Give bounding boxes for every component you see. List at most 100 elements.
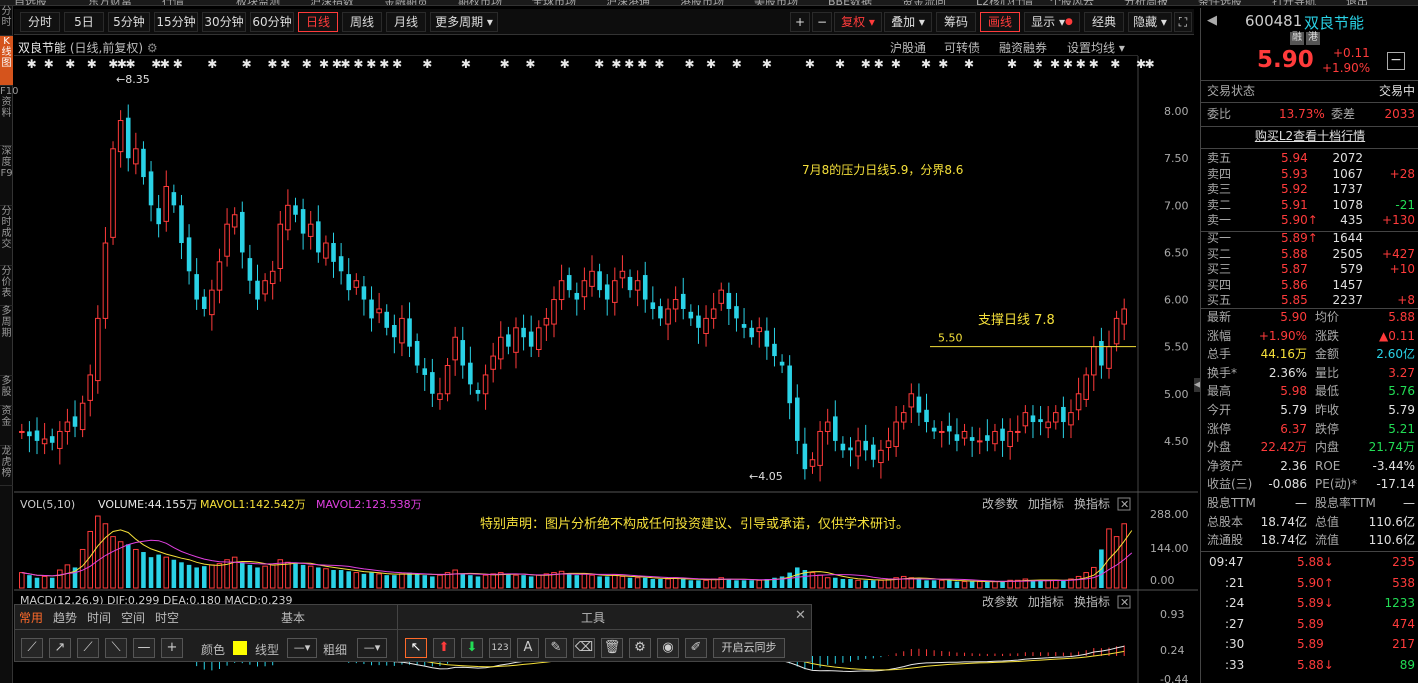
line-segment-icon[interactable]: ⟋	[21, 638, 43, 658]
event-star-icon[interactable]: ✱	[173, 57, 183, 71]
period-button[interactable]: 5日	[64, 12, 104, 32]
bid-level[interactable]: 买一 5.89↑ 1644	[1201, 230, 1418, 247]
settings-icon[interactable]: ⚙	[147, 41, 158, 55]
event-star-icon[interactable]: ✱	[27, 57, 37, 71]
macd-switch-indicator[interactable]: 换指标	[1074, 594, 1110, 609]
bid-level[interactable]: 买四 5.86 1457	[1201, 277, 1418, 294]
event-star-icon[interactable]: ✱	[1063, 57, 1073, 71]
event-star-icon[interactable]: ✱	[861, 57, 871, 71]
event-star-icon[interactable]: ✱	[891, 57, 901, 71]
period-button[interactable]: 月线	[386, 12, 426, 32]
down-arrow-icon[interactable]: ⬇	[461, 638, 483, 658]
event-star-icon[interactable]: ✱	[938, 57, 948, 71]
line-width-select[interactable]: —▾	[357, 638, 387, 658]
event-star-icon[interactable]: ✱	[242, 57, 252, 71]
ray-line-icon[interactable]: ↗	[49, 638, 71, 658]
ma-settings-dropdown[interactable]: 设置均线 ▾	[1067, 39, 1125, 56]
top-nav-item[interactable]: L2核心行情	[976, 0, 1033, 5]
event-star-icon[interactable]: ✱	[805, 57, 815, 71]
left-tab[interactable]: 分时成交	[0, 206, 13, 266]
period-button[interactable]: 30分钟	[202, 12, 246, 32]
number-tag-icon[interactable]: 123	[489, 638, 511, 658]
event-star-icon[interactable]: ✱	[44, 57, 54, 71]
event-star-icon[interactable]: ✱	[560, 57, 570, 71]
top-nav-item[interactable]: 个股风云	[1050, 0, 1094, 5]
left-tab[interactable]: 分时	[0, 6, 13, 36]
ask-level[interactable]: 卖四 5.93 1067 +28	[1201, 166, 1418, 183]
vol-add-indicator[interactable]: 加指标	[1028, 496, 1064, 511]
fullscreen-icon[interactable]: ⛶	[1174, 12, 1192, 32]
up-arrow-icon[interactable]: ⬆	[433, 638, 455, 658]
trash-icon[interactable]: 🗑	[601, 638, 623, 658]
event-star-icon[interactable]: ✱	[637, 57, 647, 71]
event-star-icon[interactable]: ✱	[874, 57, 884, 71]
top-nav-item[interactable]: BBE数据	[828, 0, 872, 5]
buy-l2-link[interactable]: 购买L2查看十档行情	[1201, 128, 1418, 145]
ask-level[interactable]: 卖二 5.91 1078 -21	[1201, 197, 1418, 214]
event-star-icon[interactable]: ✱	[207, 57, 217, 71]
event-star-icon[interactable]: ✱	[353, 57, 363, 71]
left-tab[interactable]: F10资料	[0, 86, 18, 146]
event-star-icon[interactable]: ✱	[654, 57, 664, 71]
add-tool-icon[interactable]: +	[161, 638, 183, 658]
event-star-icon[interactable]: ✱	[1033, 57, 1043, 71]
macd-add-indicator[interactable]: 加指标	[1028, 594, 1064, 609]
event-star-icon[interactable]: ✱	[392, 57, 402, 71]
edit-icon[interactable]: ✐	[685, 638, 707, 658]
top-nav-item[interactable]: 沪深指数	[310, 0, 354, 5]
event-star-icon[interactable]: ✱	[1110, 57, 1120, 71]
diagonal-line-icon[interactable]: ⟍	[105, 638, 127, 658]
event-star-icon[interactable]: ✱	[1050, 57, 1060, 71]
top-nav-item[interactable]: 全球市场	[532, 0, 576, 5]
top-nav-item[interactable]: 资金流向	[902, 0, 946, 5]
top-nav-item[interactable]: 美股市场	[754, 0, 798, 5]
event-star-icon[interactable]: ✱	[685, 57, 695, 71]
left-tab[interactable]: 多周期	[0, 306, 13, 376]
eraser-icon[interactable]: ⌫	[573, 638, 595, 658]
ask-level[interactable]: 卖三 5.92 1737	[1201, 181, 1418, 198]
bid-level[interactable]: 买二 5.88 2505 +427	[1201, 246, 1418, 263]
left-tab[interactable]: K线图	[0, 36, 13, 86]
tab-common[interactable]: 常用	[19, 609, 43, 626]
cursor-icon[interactable]: ↖	[405, 638, 427, 658]
text-icon[interactable]: A	[517, 638, 539, 658]
event-star-icon[interactable]: ✱	[500, 57, 510, 71]
vol-switch-indicator[interactable]: 换指标	[1074, 496, 1110, 511]
top-nav-item[interactable]: 板块监测	[236, 0, 280, 5]
event-star-icon[interactable]: ✱	[341, 57, 351, 71]
event-star-icon[interactable]: ✱	[366, 57, 376, 71]
vol-edit-params[interactable]: 改参数	[982, 496, 1018, 511]
fuquan-dropdown[interactable]: 复权 ▾	[834, 12, 882, 32]
event-star-icon[interactable]: ✱	[65, 57, 75, 71]
minimize-icon[interactable]: −	[1387, 52, 1405, 70]
tab-trend[interactable]: 趋势	[53, 609, 77, 626]
left-tab[interactable]: 资金	[0, 406, 13, 446]
overlay-dropdown[interactable]: 叠加 ▾	[884, 12, 932, 32]
top-nav-item[interactable]: 分析周报	[1124, 0, 1168, 5]
event-star-icon[interactable]: ✱	[921, 57, 931, 71]
bid-level[interactable]: 买三 5.87 579 +10	[1201, 261, 1418, 278]
convertible-bond-link[interactable]: 可转债	[944, 39, 980, 56]
top-nav-item[interactable]: 沪深港通	[606, 0, 650, 5]
event-star-icon[interactable]: ✱	[461, 57, 471, 71]
event-star-icon[interactable]: ✱	[87, 57, 97, 71]
horizontal-line-icon[interactable]: —	[133, 638, 155, 658]
close-icon[interactable]: ✕	[795, 608, 806, 623]
event-star-icon[interactable]: ✱	[762, 57, 772, 71]
draw-line-button[interactable]: 画线	[980, 12, 1020, 32]
event-star-icon[interactable]: ✱	[280, 57, 290, 71]
top-nav-item[interactable]: 行情	[162, 0, 184, 5]
top-nav-item[interactable]: 金融期货	[384, 0, 428, 5]
event-star-icon[interactable]: ✱	[732, 57, 742, 71]
tab-space[interactable]: 空间	[121, 609, 145, 626]
top-nav-item[interactable]: 条件选股	[1198, 0, 1242, 5]
left-tab[interactable]: 深度F9	[0, 146, 13, 206]
event-star-icon[interactable]: ✱	[525, 57, 535, 71]
event-star-icon[interactable]: ✱	[1076, 57, 1086, 71]
event-star-icon[interactable]: ✱	[422, 57, 432, 71]
chips-button[interactable]: 筹码	[936, 12, 976, 32]
top-nav-item[interactable]: 退出	[1346, 0, 1368, 5]
ask-level[interactable]: 卖五 5.94 2072	[1201, 150, 1418, 167]
top-nav-item[interactable]: 打开导航	[1272, 0, 1316, 5]
top-nav-item[interactable]: 港股市场	[680, 0, 724, 5]
